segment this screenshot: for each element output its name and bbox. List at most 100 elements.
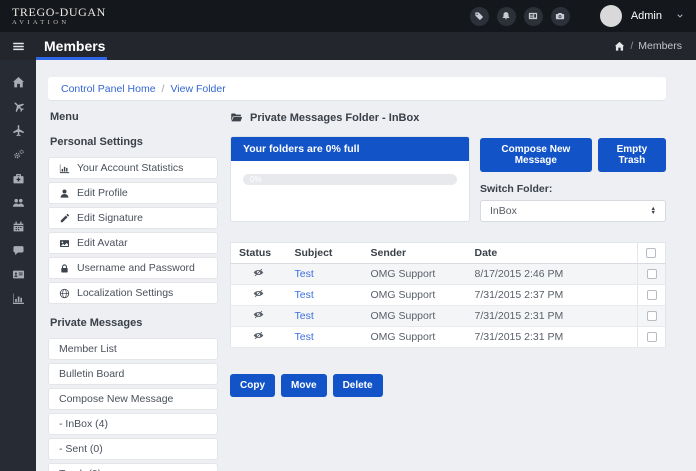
- id-card-icon: [12, 268, 25, 281]
- eye-slash-icon: [253, 309, 264, 320]
- sidebar-item-home[interactable]: [0, 70, 36, 94]
- menu-item-label: Your Account Statistics: [77, 162, 183, 174]
- menu-item-your-account-statistics[interactable]: Your Account Statistics: [48, 157, 218, 179]
- menu-section-heading-personal-settings: Personal Settings: [50, 136, 218, 148]
- sidebar-item-chart[interactable]: [0, 286, 36, 310]
- breadcrumb-current: Members: [638, 40, 682, 52]
- sidebar-item-id-card[interactable]: [0, 262, 36, 286]
- subject-cell: Test: [287, 264, 363, 285]
- checkbox-cell: [638, 285, 666, 306]
- stats-icon: [59, 163, 70, 174]
- tags-icon: [474, 11, 484, 21]
- menu-item-label: Edit Profile: [77, 187, 128, 199]
- sidebar-item-calendar[interactable]: [0, 214, 36, 238]
- loading-progress-strip: [36, 57, 107, 60]
- user-icon: [59, 188, 70, 199]
- brand-line2: AVIATION: [12, 20, 106, 27]
- sidebar-item-plane[interactable]: [0, 118, 36, 142]
- topbar-icon-buttons: [470, 7, 570, 26]
- menu-item-label: Username and Password: [77, 262, 195, 274]
- menu-item-sent-0[interactable]: - Sent (0): [48, 438, 218, 460]
- message-subject-link[interactable]: Test: [295, 310, 314, 322]
- switch-folder-label: Switch Folder:: [480, 183, 666, 195]
- table-row: TestOMG Support7/31/2015 2:37 PM: [231, 285, 666, 306]
- select-all-checkbox[interactable]: [646, 248, 656, 258]
- menu-item-edit-profile[interactable]: Edit Profile: [48, 182, 218, 204]
- main-content: Control Panel Home / View Folder Menu Pe…: [36, 60, 696, 471]
- checkbox-cell: [638, 327, 666, 348]
- eye-slash-icon: [253, 288, 264, 299]
- menu-item-trash-0[interactable]: Trash (0): [48, 463, 218, 471]
- sidebar-item-users[interactable]: [0, 190, 36, 214]
- table-row: TestOMG Support7/31/2015 2:31 PM: [231, 306, 666, 327]
- menu-item-compose-new-message[interactable]: Compose New Message: [48, 388, 218, 410]
- status-cell: [231, 264, 287, 285]
- brand-line1: TREGO-DUGAN: [12, 6, 106, 18]
- sidebar-item-comment[interactable]: [0, 238, 36, 262]
- sidebar-item-plane-tilt[interactable]: [0, 94, 36, 118]
- avatar[interactable]: [600, 5, 622, 27]
- bulk-actions: Copy Move Delete: [230, 374, 666, 397]
- column-header-sender: Sender: [363, 243, 467, 264]
- comment-icon: [12, 244, 25, 257]
- menu-item-inbox-4[interactable]: - InBox (4): [48, 413, 218, 435]
- content-breadcrumb-bar: Control Panel Home / View Folder: [48, 77, 666, 100]
- breadcrumb-separator: /: [630, 40, 633, 52]
- menu-item-label: - InBox (4): [59, 418, 108, 430]
- sidebar-item-briefcase[interactable]: [0, 166, 36, 190]
- move-button[interactable]: Move: [281, 374, 327, 397]
- column-header-date: Date: [467, 243, 638, 264]
- list-icon: [528, 11, 538, 21]
- menu-item-localization-settings[interactable]: Localization Settings: [48, 282, 218, 304]
- row-checkbox[interactable]: [647, 332, 657, 342]
- message-subject-link[interactable]: Test: [295, 268, 314, 280]
- camera-button[interactable]: [551, 7, 570, 26]
- menu-item-bulletin-board[interactable]: Bulletin Board: [48, 363, 218, 385]
- switch-folder-value: InBox: [490, 205, 517, 217]
- hamburger-menu-icon[interactable]: [0, 40, 36, 53]
- checkbox-cell: [638, 264, 666, 285]
- subject-cell: Test: [287, 306, 363, 327]
- message-subject-link[interactable]: Test: [295, 331, 314, 343]
- briefcase-icon: [12, 172, 25, 185]
- table-row: TestOMG Support7/31/2015 2:31 PM: [231, 327, 666, 348]
- list-button[interactable]: [524, 7, 543, 26]
- menu-panel: Menu Personal SettingsYour Account Stati…: [48, 109, 218, 471]
- quota-card: Your folders are 0% full 0%: [230, 136, 470, 222]
- bell-button[interactable]: [497, 7, 516, 26]
- eye-slash-icon: [253, 330, 264, 341]
- folder-header: Private Messages Folder - InBox: [230, 111, 666, 124]
- folder-open-icon: [230, 111, 243, 124]
- user-menu-label[interactable]: Admin: [631, 10, 662, 22]
- sidebar-item-gears[interactable]: [0, 142, 36, 166]
- switch-folder-select[interactable]: InBox ▲▼: [480, 200, 666, 222]
- menu-item-edit-avatar[interactable]: Edit Avatar: [48, 232, 218, 254]
- table-row: TestOMG Support8/17/2015 2:46 PM: [231, 264, 666, 285]
- status-cell: [231, 327, 287, 348]
- breadcrumb-link-view-folder[interactable]: View Folder: [170, 83, 225, 95]
- plane-tilt-icon: [12, 100, 25, 113]
- compose-new-message-button[interactable]: Compose New Message: [480, 138, 592, 172]
- brand-logo[interactable]: TREGO-DUGAN AVIATION: [12, 6, 106, 27]
- row-checkbox[interactable]: [647, 290, 657, 300]
- menu-item-username-and-password[interactable]: Username and Password: [48, 257, 218, 279]
- copy-button[interactable]: Copy: [230, 374, 275, 397]
- row-checkbox[interactable]: [647, 269, 657, 279]
- message-subject-link[interactable]: Test: [295, 289, 314, 301]
- home-icon[interactable]: [614, 41, 625, 52]
- empty-trash-button[interactable]: Empty Trash: [598, 138, 666, 172]
- pencil-icon: [59, 213, 70, 224]
- chevron-down-icon[interactable]: [676, 12, 684, 20]
- delete-button[interactable]: Delete: [333, 374, 383, 397]
- select-arrows-icon: ▲▼: [651, 207, 656, 216]
- column-header-status: Status: [231, 243, 287, 264]
- menu-section-heading-private-messages: Private Messages: [50, 317, 218, 329]
- menu-item-member-list[interactable]: Member List: [48, 338, 218, 360]
- subject-cell: Test: [287, 285, 363, 306]
- camera-icon: [555, 11, 565, 21]
- tags-button[interactable]: [470, 7, 489, 26]
- checkbox-cell: [638, 306, 666, 327]
- menu-item-edit-signature[interactable]: Edit Signature: [48, 207, 218, 229]
- row-checkbox[interactable]: [647, 311, 657, 321]
- breadcrumb-link-control-panel-home[interactable]: Control Panel Home: [61, 83, 156, 95]
